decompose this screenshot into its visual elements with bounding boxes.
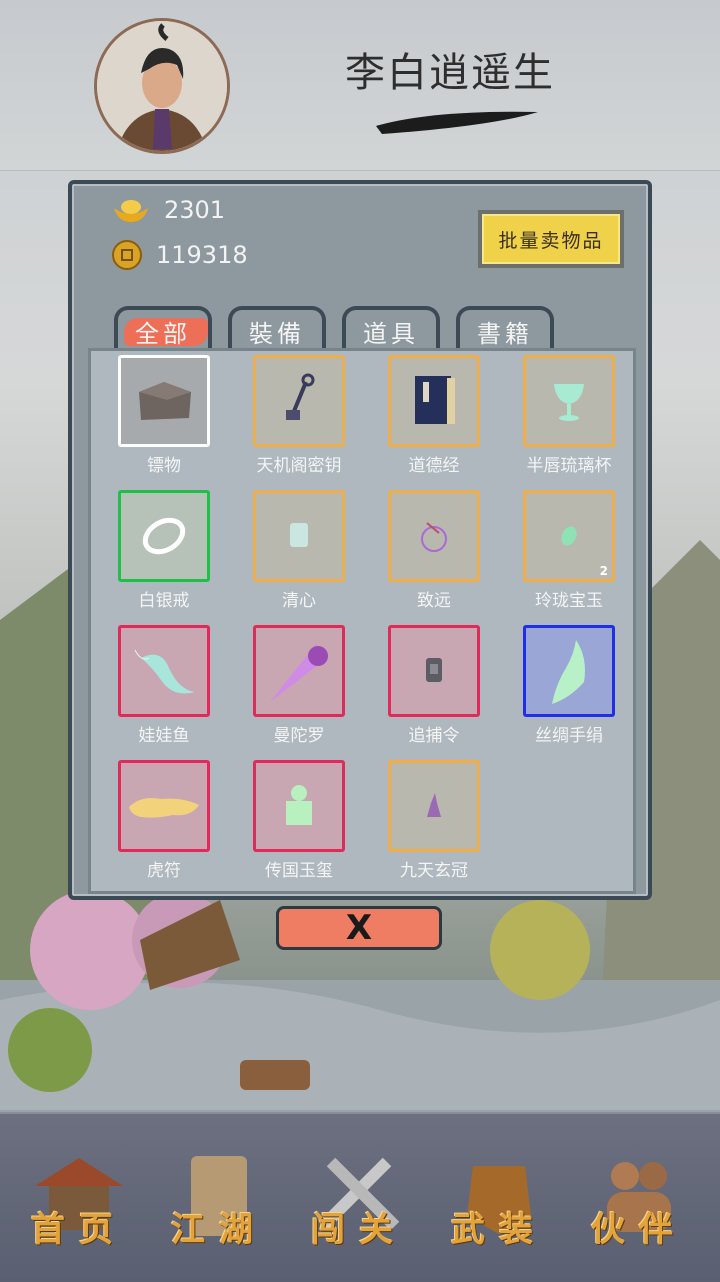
ring-icon: [142, 517, 186, 555]
item-name: 半唇琉璃杯: [526, 456, 612, 476]
item-slot[interactable]: 2: [523, 490, 615, 582]
brush-stroke-decoration: [376, 111, 538, 134]
bulk-sell-button[interactable]: 批量卖物品: [478, 210, 624, 268]
item-name: 致远: [417, 591, 451, 611]
item-name: 天机阁密钥: [256, 456, 342, 476]
goblet-icon: [554, 384, 584, 421]
item-slot[interactable]: [253, 625, 345, 717]
orb-icon: [421, 522, 447, 552]
nav-challenge[interactable]: 闯关: [294, 1138, 424, 1262]
item-count: 2: [599, 564, 608, 578]
seal-icon: [286, 785, 312, 825]
cup-icon: [290, 523, 308, 547]
flower-icon: [270, 644, 328, 702]
inventory-item[interactable]: 娃娃鱼: [109, 625, 219, 747]
copper-coin-amount: 119318: [156, 241, 248, 269]
nav-armament-label: 武装: [451, 1210, 547, 1250]
item-slot[interactable]: [523, 355, 615, 447]
inventory-item[interactable]: 2 玲珑宝玉: [514, 490, 624, 612]
tab-equipment-label: 裝備: [249, 319, 305, 348]
item-name: 虎符: [147, 861, 181, 881]
item-name: 丝绸手绢: [535, 726, 603, 746]
nav-home[interactable]: 首页: [14, 1138, 144, 1262]
item-slot[interactable]: [118, 490, 210, 582]
item-slot[interactable]: [253, 490, 345, 582]
tab-all[interactable]: 全部: [114, 306, 212, 352]
character-portrait-icon: [97, 21, 227, 151]
player-name: 李白逍遥生: [345, 50, 555, 96]
tab-books-label: 書籍: [477, 319, 533, 348]
close-button[interactable]: X: [276, 906, 442, 950]
tiger-tally-icon: [129, 798, 199, 818]
tab-equipment[interactable]: 裝備: [228, 306, 326, 352]
item-grid: 镖物 天机阁密钥 道德经 半唇琉璃杯 白银戒 清心 致远 2 玲珑宝玉 娃娃鱼 …: [88, 348, 636, 894]
crown-icon: [427, 793, 441, 817]
item-slot[interactable]: [253, 355, 345, 447]
copper-coin-balance: 119318: [112, 240, 248, 270]
item-slot[interactable]: [388, 490, 480, 582]
player-avatar[interactable]: [94, 18, 230, 154]
item-slot[interactable]: [388, 355, 480, 447]
gold-ingot-balance: 2301: [112, 196, 225, 224]
item-name: 玲珑宝玉: [535, 591, 603, 611]
inventory-panel: 2301 119318 批量卖物品 全部 裝備 道具 書籍 镖物 天机阁密钥 道…: [68, 180, 652, 900]
book-icon: [415, 376, 455, 424]
item-name: 传国玉玺: [265, 861, 333, 881]
item-name: 追捕令: [408, 726, 460, 746]
item-slot[interactable]: [388, 625, 480, 717]
inventory-item[interactable]: 虎符: [109, 760, 219, 882]
inventory-item[interactable]: 传国玉玺: [244, 760, 354, 882]
key-icon: [286, 373, 315, 420]
fish-icon: [134, 649, 195, 694]
inventory-item[interactable]: 九天玄冠: [379, 760, 489, 882]
item-name: 娃娃鱼: [138, 726, 190, 746]
tab-items[interactable]: 道具: [342, 306, 440, 352]
item-slot[interactable]: [388, 760, 480, 852]
inventory-item[interactable]: 镖物: [109, 355, 219, 477]
nav-jianghu[interactable]: 江湖: [154, 1138, 284, 1262]
tab-books[interactable]: 書籍: [456, 306, 554, 352]
item-slot[interactable]: [118, 625, 210, 717]
nav-jianghu-label: 江湖: [171, 1210, 267, 1250]
item-name: 九天玄冠: [400, 861, 468, 881]
item-slot[interactable]: [118, 355, 210, 447]
item-name: 白银戒: [138, 591, 190, 611]
inventory-item[interactable]: 道德经: [379, 355, 489, 477]
item-name: 曼陀罗: [273, 726, 325, 746]
inventory-item[interactable]: 致远: [379, 490, 489, 612]
item-slot[interactable]: [118, 760, 210, 852]
nav-home-label: 首页: [31, 1210, 127, 1250]
copper-coin-icon: [112, 240, 142, 270]
player-header: 李白逍遥生: [0, 0, 720, 171]
tab-items-label: 道具: [363, 319, 419, 348]
inventory-item[interactable]: 追捕令: [379, 625, 489, 747]
inventory-item[interactable]: 白银戒: [109, 490, 219, 612]
nav-companions-label: 伙伴: [591, 1210, 687, 1250]
item-slot[interactable]: [253, 760, 345, 852]
nav-challenge-label: 闯关: [311, 1210, 407, 1250]
inventory-item[interactable]: 曼陀罗: [244, 625, 354, 747]
inventory-item[interactable]: 丝绸手绢: [514, 625, 624, 747]
cargo-box-icon: [139, 382, 191, 420]
item-name: 镖物: [147, 456, 181, 476]
category-tabs: 全部 裝備 道具 書籍: [114, 306, 554, 352]
nav-companions[interactable]: 伙伴: [574, 1138, 704, 1262]
inventory-item[interactable]: 清心: [244, 490, 354, 612]
inventory-item[interactable]: 天机阁密钥: [244, 355, 354, 477]
inventory-item[interactable]: 半唇琉璃杯: [514, 355, 624, 477]
gold-ingot-amount: 2301: [164, 196, 226, 224]
gold-ingot-icon: [114, 200, 148, 222]
bottom-navigation: 首页 江湖 闯关 武装 伙伴: [0, 1112, 720, 1282]
item-name: 道德经: [408, 456, 460, 476]
item-slot[interactable]: [523, 625, 615, 717]
token-icon: [426, 658, 442, 682]
item-name: 清心: [282, 591, 316, 611]
nav-armament[interactable]: 武装: [434, 1138, 564, 1262]
close-icon: X: [345, 908, 373, 948]
silk-icon: [552, 640, 585, 704]
tab-all-label: 全部: [135, 319, 191, 348]
